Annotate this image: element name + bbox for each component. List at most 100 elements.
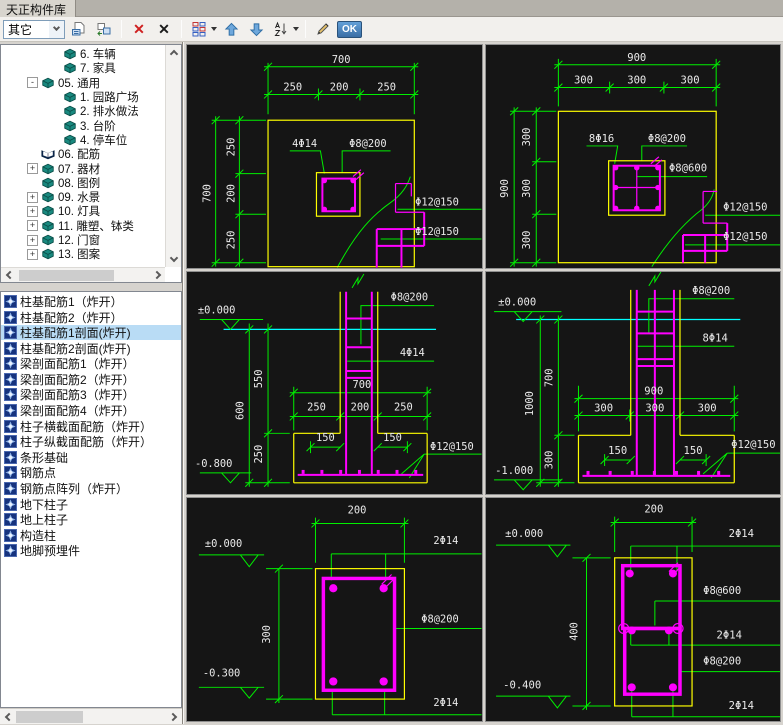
tree-expander[interactable]: + [27, 163, 38, 175]
scroll-right-button[interactable] [151, 268, 165, 283]
scroll-left-button[interactable] [1, 268, 15, 283]
insert-block-icon [72, 22, 85, 36]
insert-block-button[interactable] [68, 19, 90, 40]
dimension-text: 250 [225, 231, 237, 250]
edit-button[interactable] [312, 19, 334, 40]
tree-expander[interactable]: - [27, 77, 38, 89]
tree-item[interactable]: + 13. 图案 [1, 247, 165, 261]
elevation-text: ±0.000 [205, 538, 242, 550]
sort-caret[interactable] [293, 27, 299, 31]
toolbar-separator [181, 20, 182, 38]
tree-expander[interactable]: + [27, 234, 38, 246]
tree-item[interactable]: 2. 排水做法 [1, 104, 165, 118]
elevation-text: ±0.000 [498, 296, 536, 308]
list-item[interactable]: 柱基配筋2剖面(炸开) [1, 340, 181, 356]
list-item[interactable]: 条形基础 [1, 450, 181, 466]
chevron-down-icon[interactable] [49, 20, 64, 38]
list-item[interactable]: 地脚预埋件 [1, 543, 181, 559]
block-icon [4, 326, 17, 340]
rebar-label: 2Φ14 [716, 630, 741, 642]
chevron-down-icon [169, 253, 179, 262]
dimension-text: 250 [225, 138, 237, 157]
block-icon [4, 513, 17, 527]
block-icon [4, 435, 17, 449]
preview-cell[interactable]: 700 250 200 250 700 250 200 250 4Φ14 Φ8@… [186, 44, 483, 269]
elevation-text: -0.800 [195, 458, 232, 470]
book-icon [42, 77, 54, 89]
replace-block-button[interactable] [93, 19, 115, 40]
tree-expander[interactable]: + [27, 205, 38, 217]
sort-button[interactable] [270, 19, 292, 40]
tree-item[interactable]: + 07. 器材 [1, 161, 165, 176]
list-item[interactable]: 柱基配筋1（炸开） [1, 294, 181, 310]
tree-item[interactable]: + 09. 水景 [1, 190, 165, 204]
delete-red-icon: ✕ [133, 21, 145, 37]
preview-cell[interactable]: 900 300 300 300 900 300 300 300 8Φ16 Φ8@… [484, 44, 781, 269]
preview-cell[interactable]: 200 2Φ14 Φ8@600 2Φ14 Φ8@200 2Φ14 ±0.000 … [484, 497, 781, 722]
panel-title-tab[interactable]: 天正构件库 [0, 0, 77, 17]
list-item[interactable]: 构造柱 [1, 528, 181, 544]
tree-expander[interactable]: + [27, 191, 38, 203]
dimension-text: 900 [499, 179, 511, 198]
dimension-text: 200 [225, 184, 237, 203]
tree-item[interactable]: - 05. 通用 [1, 76, 165, 90]
delete-button-black[interactable]: ✕ [153, 19, 175, 40]
scroll-right-button[interactable] [167, 709, 182, 725]
list-item[interactable]: 梁剖面配筋2（炸开） [1, 372, 181, 388]
scrollbar-thumb[interactable] [19, 269, 114, 281]
rebar-label: Φ8@200 [703, 656, 741, 668]
list-item[interactable]: 钢筋点 [1, 465, 181, 481]
list-item[interactable]: 柱子横截面配筋（炸开） [1, 418, 181, 434]
list-item[interactable]: 梁剖面配筋1（炸开） [1, 356, 181, 372]
book-icon [64, 91, 76, 103]
tree-item[interactable]: 7. 家具 [1, 61, 165, 75]
move-down-button[interactable] [245, 19, 267, 40]
scrollbar-thumb[interactable] [16, 711, 83, 724]
dimension-text: 150 [608, 445, 627, 457]
list-item[interactable]: 钢筋点阵列（炸开） [1, 481, 181, 497]
tree-item[interactable]: 08. 图例 [1, 176, 165, 190]
dimension-text: 200 [351, 401, 370, 413]
tree-item[interactable]: + 11. 雕塑、钵类 [1, 219, 165, 233]
tree-item[interactable]: 3. 台阶 [1, 118, 165, 133]
tree-horizontal-scrollbar[interactable] [1, 266, 165, 283]
tree-expander[interactable]: + [27, 248, 38, 260]
list-item[interactable]: 地下柱子 [1, 496, 181, 512]
preview-cell[interactable]: ±0.000 -1.000 1000 700 300 900 300 300 3… [484, 270, 781, 496]
view-mode-button[interactable] [188, 19, 210, 40]
tree-item[interactable]: 1. 园路广场 [1, 90, 165, 104]
rebar-label: Φ8@200 [421, 614, 458, 626]
chevron-left-icon [5, 270, 14, 280]
tree-item[interactable]: + 10. 灯具 [1, 204, 165, 218]
category-dropdown[interactable]: 其它 [3, 19, 65, 39]
tree-item[interactable]: 06. 配筋 [1, 147, 165, 161]
list-item[interactable]: 地上柱子 [1, 512, 181, 528]
list-item[interactable]: 柱基配筋2（炸开） [1, 309, 181, 325]
scroll-left-button[interactable] [0, 709, 15, 725]
preview-cell[interactable]: 200 2Φ14 Φ8@200 2Φ14 ±0.000 -0.300 300 [186, 497, 483, 722]
list-item-selected[interactable]: 柱基配筋1剖面(炸开) [1, 324, 181, 341]
tree-expander[interactable]: + [27, 220, 38, 232]
scroll-up-button[interactable] [166, 45, 182, 60]
view-mode-caret[interactable] [211, 27, 217, 31]
tree-item[interactable]: + 12. 门窗 [1, 233, 165, 247]
list-item[interactable]: 梁剖面配筋4（炸开） [1, 403, 181, 419]
ok-button[interactable]: OK [337, 20, 362, 38]
panel-splitter[interactable] [0, 282, 182, 291]
move-up-button[interactable] [220, 19, 242, 40]
book-icon [64, 63, 76, 74]
delete-button-red[interactable]: ✕ [128, 19, 150, 40]
list-item-label: 钢筋点 [20, 466, 57, 481]
list-horizontal-scrollbar[interactable] [0, 708, 182, 724]
book-icon [64, 48, 76, 60]
tree-vertical-scrollbar[interactable] [165, 45, 181, 267]
list-item[interactable]: 柱子纵截面配筋（炸开） [1, 434, 181, 450]
delete-black-icon: ✕ [158, 21, 170, 37]
tree-item[interactable]: 6. 车辆 [1, 47, 165, 61]
tree-item[interactable]: 4. 停车位 [1, 133, 165, 147]
preview-cell[interactable]: ±0.000 -0.800 600 550 250 700 250 200 25… [186, 270, 483, 496]
list-item[interactable]: 梁剖面配筋3（炸开） [1, 387, 181, 403]
rebar-label: 2Φ14 [728, 529, 753, 541]
list-item-label: 钢筋点阵列（炸开） [20, 482, 129, 497]
scroll-down-button[interactable] [166, 252, 182, 267]
